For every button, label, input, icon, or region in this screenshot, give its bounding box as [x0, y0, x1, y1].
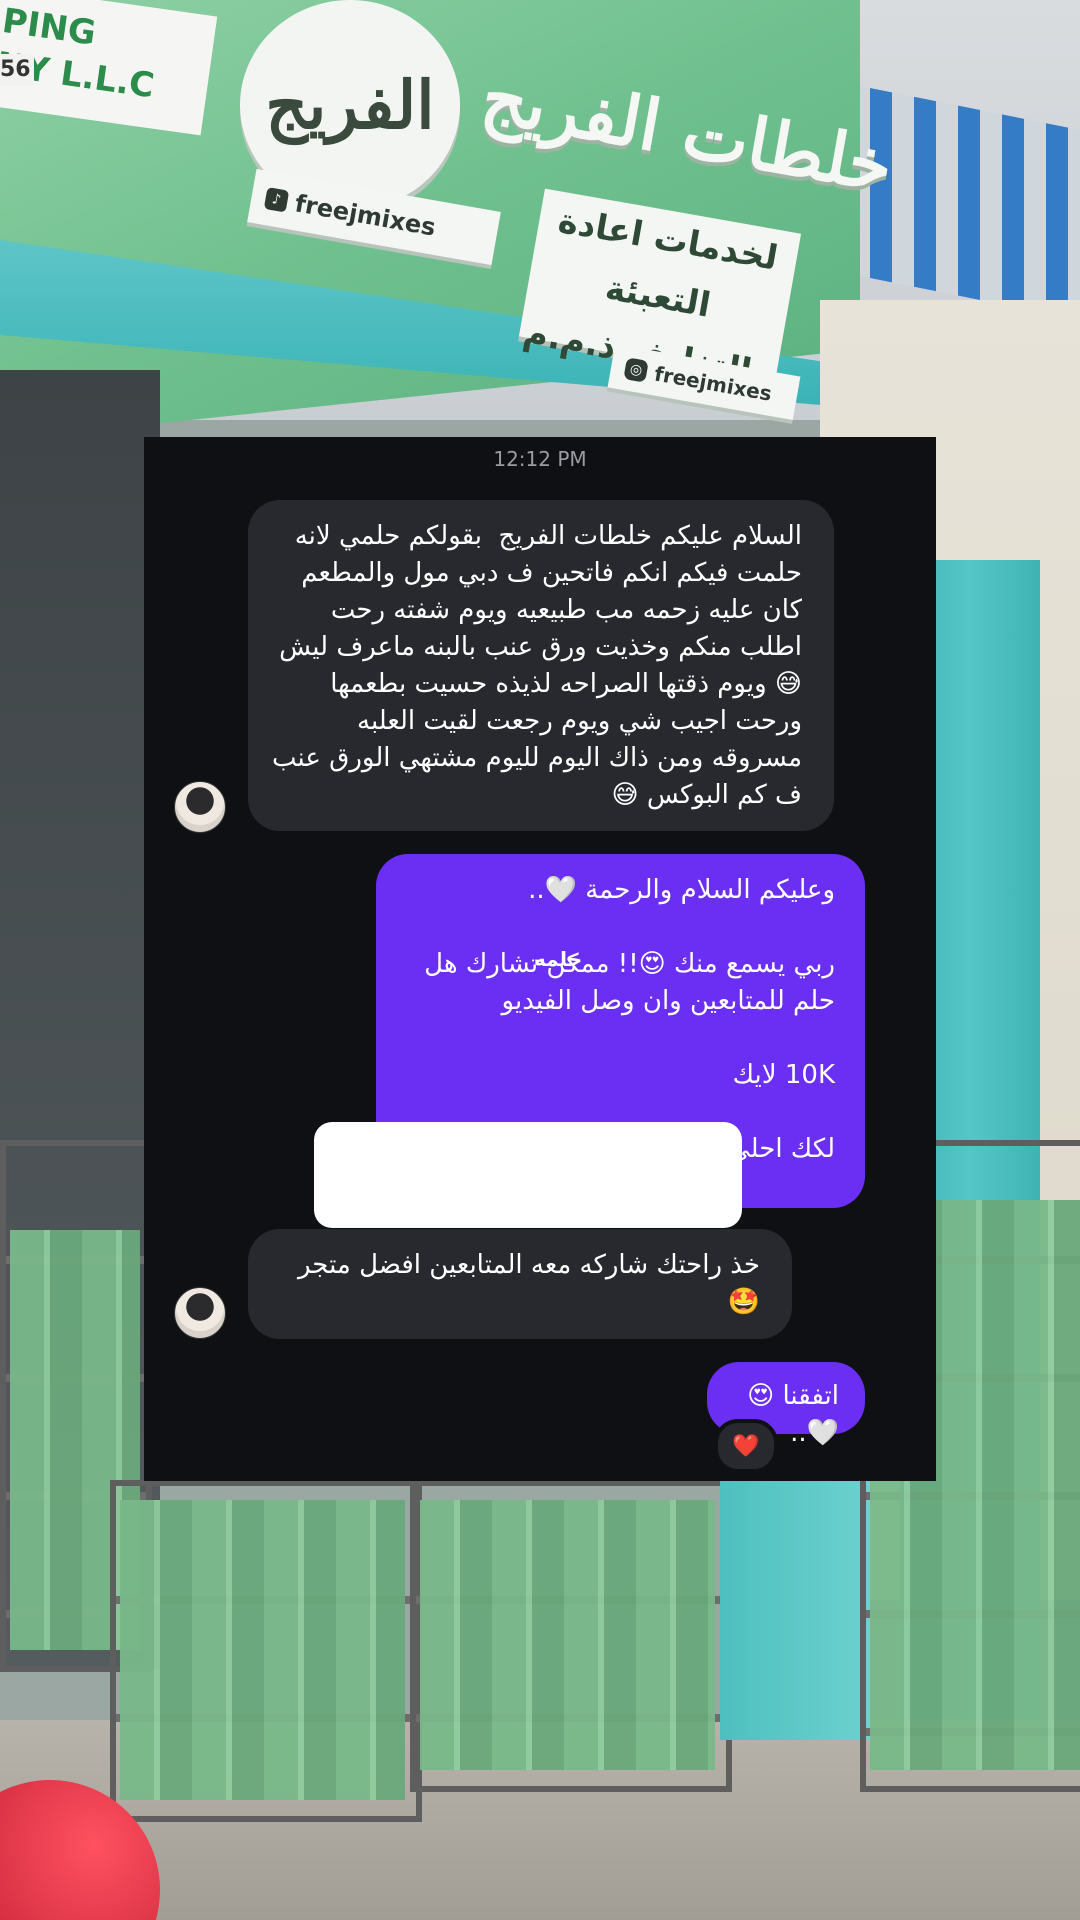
redaction-box [314, 1122, 742, 1228]
teal-door [720, 1480, 870, 1740]
received-message-1[interactable]: السلام عليكم خلطات الفريج بقولكم حلمي لا… [248, 500, 834, 831]
tiktok-handle-text: freejmixes [292, 189, 438, 242]
sender-avatar[interactable] [174, 1287, 226, 1339]
gift-boxes-center [420, 1500, 715, 1770]
tiktok-icon: ♪ [263, 187, 290, 213]
chat-screenshot: 12:12 PM السلام عليكم خلطات الفريج بقولك… [144, 437, 936, 1481]
gift-boxes-center-left [120, 1500, 405, 1800]
sticker-text-overlay: حلمه [534, 947, 583, 971]
heart-reaction[interactable]: ❤️ [714, 1419, 778, 1473]
sign-number: 56 [0, 54, 34, 86]
logo-sign-text: الفريج [265, 66, 435, 144]
message-timestamp: 12:12 PM [493, 447, 587, 471]
sender-avatar[interactable] [174, 781, 226, 833]
received-message-2[interactable]: خذ راحتك شاركه معه المتابعين افضل متجر 🤩 [248, 1229, 792, 1339]
instagram-icon: ◎ [623, 357, 649, 383]
